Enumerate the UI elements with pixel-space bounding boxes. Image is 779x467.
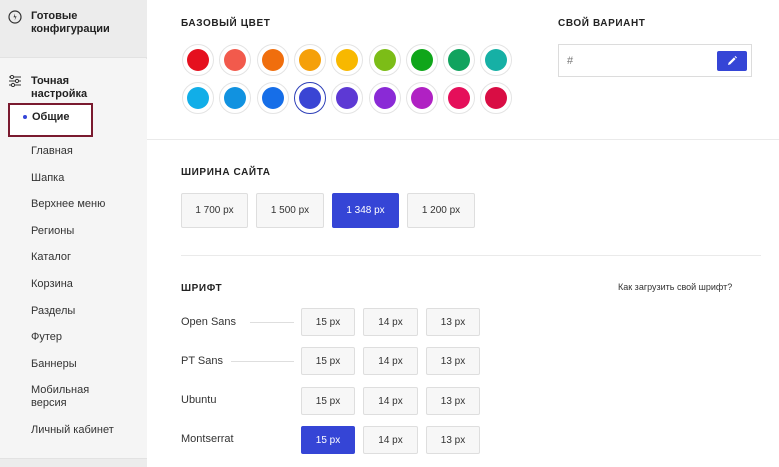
color-swatch-fill	[336, 49, 358, 71]
color-swatch-fill	[299, 87, 321, 109]
color-swatch-fill	[262, 87, 284, 109]
sidebar-item-banners[interactable]: Баннеры	[31, 358, 141, 371]
font-size-button[interactable]: 14 px	[363, 426, 418, 454]
font-help-link[interactable]: Как загрузить свой шрифт?	[618, 282, 732, 292]
ready-configs-label: Готовые конфигурации	[31, 10, 110, 35]
font-name-open-sans: Open Sans	[181, 316, 237, 328]
sidebar-item-catalog[interactable]: Каталог	[31, 251, 141, 264]
sidebar-item-cart[interactable]: Корзина	[31, 278, 141, 291]
divider	[147, 139, 779, 140]
color-swatch[interactable]	[294, 44, 326, 76]
color-picker-button[interactable]	[717, 51, 747, 71]
sidebar-item-top-menu[interactable]: Верхнее меню	[31, 198, 141, 211]
active-dot-icon	[23, 115, 27, 119]
base-color-title: БАЗОВЫЙ ЦВЕТ	[181, 18, 271, 29]
font-size-button[interactable]: 14 px	[363, 387, 418, 415]
ready-configs-section[interactable]: Готовые конфигурации	[0, 0, 147, 58]
sidebar-item-header[interactable]: Шапка	[31, 172, 141, 185]
color-swatch-fill	[187, 49, 209, 71]
color-swatch[interactable]	[294, 82, 326, 114]
sidebar-item-account[interactable]: Личный кабинет	[31, 424, 141, 437]
color-swatch[interactable]	[257, 44, 289, 76]
width-option-1700[interactable]: 1 700 px	[181, 193, 248, 228]
color-swatch-fill	[448, 49, 470, 71]
font-size-button[interactable]: 15 px	[301, 426, 355, 454]
width-option-1200[interactable]: 1 200 px	[407, 193, 475, 228]
font-size-button[interactable]: 13 px	[426, 308, 480, 336]
font-row-line	[250, 322, 294, 323]
color-swatch-fill	[187, 87, 209, 109]
font-row-line	[231, 361, 294, 362]
sidebar-item-general[interactable]: Общие	[8, 103, 93, 137]
font-size-button[interactable]: 13 px	[426, 426, 480, 454]
width-option-1500[interactable]: 1 500 px	[256, 193, 324, 228]
sidebar-bottom-section	[0, 458, 147, 467]
divider	[181, 255, 761, 256]
color-swatch-fill	[299, 49, 321, 71]
color-swatch-fill	[224, 49, 246, 71]
color-swatch-fill	[336, 87, 358, 109]
width-option-1348[interactable]: 1 348 px	[332, 193, 399, 228]
font-name-ubuntu: Ubuntu	[181, 394, 217, 406]
custom-color-title: СВОЙ ВАРИАНТ	[558, 18, 646, 29]
color-swatch[interactable]	[443, 82, 475, 114]
font-name-pt-sans: PT Sans	[181, 355, 223, 367]
font-title: ШРИФТ	[181, 283, 223, 294]
color-swatch-fill	[224, 87, 246, 109]
color-swatch[interactable]	[369, 82, 401, 114]
font-size-button[interactable]: 15 px	[301, 347, 355, 375]
custom-color-input[interactable]	[567, 53, 707, 69]
color-swatch[interactable]	[219, 44, 251, 76]
color-swatch[interactable]	[369, 44, 401, 76]
shield-icon	[7, 9, 23, 25]
color-swatch[interactable]	[406, 44, 438, 76]
font-size-button[interactable]: 15 px	[301, 308, 355, 336]
font-size-button[interactable]: 14 px	[363, 308, 418, 336]
site-width-title: ШИРИНА САЙТА	[181, 167, 271, 178]
pencil-icon	[726, 55, 738, 67]
sidebar-item-main[interactable]: Главная	[31, 145, 141, 158]
color-swatch[interactable]	[182, 44, 214, 76]
sliders-icon	[7, 73, 23, 89]
font-size-button[interactable]: 13 px	[426, 347, 480, 375]
font-size-button[interactable]: 15 px	[301, 387, 355, 415]
color-swatch-fill	[448, 87, 470, 109]
color-swatch[interactable]	[257, 82, 289, 114]
color-swatch-fill	[411, 87, 433, 109]
color-swatch[interactable]	[331, 82, 363, 114]
color-swatch-fill	[374, 49, 396, 71]
color-swatch-fill	[485, 49, 507, 71]
color-swatch[interactable]	[406, 82, 438, 114]
font-size-button[interactable]: 13 px	[426, 387, 480, 415]
color-swatch[interactable]	[443, 44, 475, 76]
color-swatch-fill	[262, 49, 284, 71]
sidebar-item-mobile[interactable]: Мобильная версия	[31, 384, 106, 410]
sidebar: Готовые конфигурации Точная настройка Об…	[0, 0, 147, 467]
color-swatch-fill	[374, 87, 396, 109]
sidebar-item-regions[interactable]: Регионы	[31, 225, 141, 238]
color-swatch[interactable]	[182, 82, 214, 114]
color-swatch[interactable]	[331, 44, 363, 76]
color-swatch[interactable]	[480, 82, 512, 114]
color-swatch-fill	[411, 49, 433, 71]
sidebar-item-footer[interactable]: Футер	[31, 331, 141, 344]
color-swatch[interactable]	[219, 82, 251, 114]
font-name-montserrat: Montserrat	[181, 433, 234, 445]
color-swatch-fill	[485, 87, 507, 109]
fine-tuning-label: Точная настройка	[31, 75, 88, 100]
sidebar-item-sections[interactable]: Разделы	[31, 305, 141, 318]
font-size-button[interactable]: 14 px	[363, 347, 418, 375]
sidebar-item-label: Общие	[32, 111, 70, 123]
color-swatch[interactable]	[480, 44, 512, 76]
